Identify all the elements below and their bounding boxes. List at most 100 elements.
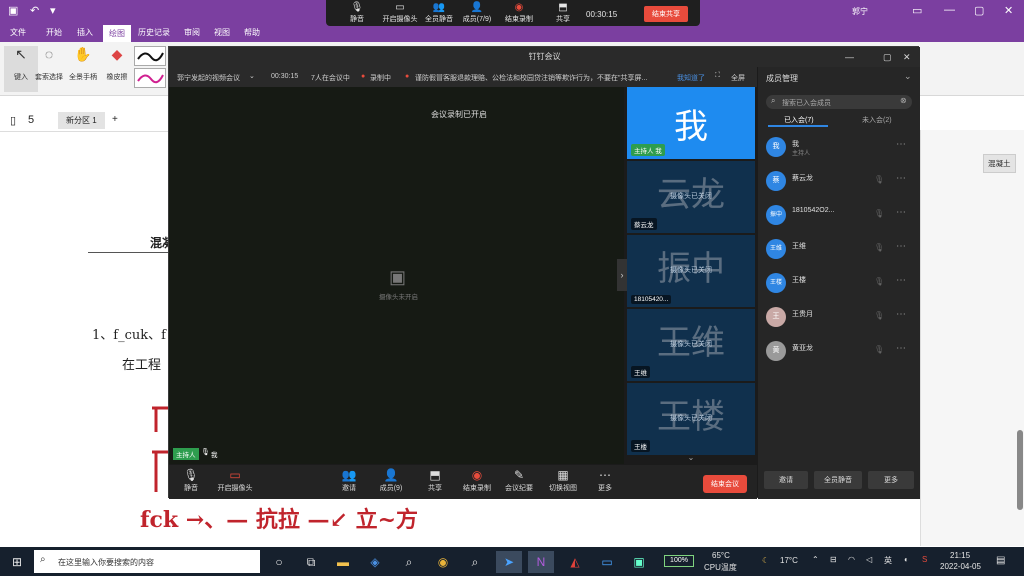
more-icon[interactable]: ⋯ [896, 173, 906, 184]
search-app-icon[interactable]: ⌕ [462, 551, 488, 573]
member-search-input[interactable]: 搜索已入会成员 [782, 98, 831, 108]
add-section-icon[interactable]: + [112, 114, 118, 125]
topbar-record-button[interactable]: ◉ 结束录制 [502, 2, 536, 24]
camera-button[interactable]: ▭ 开启摄像头 [215, 467, 255, 493]
topbar-members-button[interactable]: 👤 成员(7/9) [460, 2, 494, 24]
member-row[interactable]: 王 王贵月 🎙 ⋯ [764, 303, 914, 333]
members-more-button[interactable]: 更多 [868, 471, 914, 489]
share-button[interactable]: ⬒ 共享 [415, 467, 455, 493]
main-video-stage[interactable]: 会议录制已开启 ▣ 摄像头未开启 主持人 🎙 我 [169, 87, 624, 464]
lasso-tool[interactable]: ◌ 套索选择 [32, 46, 66, 82]
chevron-down-icon[interactable]: ⌄ [904, 71, 912, 82]
tray-chevron-icon[interactable]: ⌃ [812, 555, 819, 564]
minimize-icon[interactable]: — [845, 47, 854, 67]
topbar-mute-all-button[interactable]: 👥 全员静音 [422, 2, 456, 24]
invite-button[interactable]: 👥 邀请 [329, 467, 369, 493]
windows-start-icon[interactable]: ⊞ [4, 551, 30, 573]
scrollbar[interactable] [1017, 430, 1023, 510]
page-list-item[interactable]: 混凝土 [983, 154, 1016, 173]
tab-draw[interactable]: 绘图 [103, 25, 131, 42]
member-row[interactable]: 黄 黄亚龙 🎙 ⋯ [764, 337, 914, 367]
topbar-mute-button[interactable]: 🎙 静音 [340, 2, 374, 24]
wifi-icon[interactable]: ◠ [848, 555, 855, 564]
notice-dismiss-link[interactable]: 我知道了 [677, 73, 705, 83]
mute-all-button[interactable]: 全员静音 [814, 471, 862, 489]
file-explorer-icon[interactable]: ▬ [330, 551, 356, 573]
member-row[interactable]: 王楼 王楼 🎙 ⋯ [764, 269, 914, 299]
app-tray-icon[interactable]: ◐ [904, 555, 909, 564]
more-icon[interactable]: ⋯ [896, 275, 906, 286]
close-icon[interactable]: ✕ [903, 47, 911, 67]
undo-icon[interactable]: ↶ [30, 4, 39, 17]
member-row[interactable]: 振中 1810542O2... 🎙 ⋯ [764, 201, 914, 231]
photos-icon[interactable]: ▣ [626, 551, 652, 573]
task-view-icon[interactable]: ⧉ [298, 551, 324, 573]
tab-not-joined[interactable]: 未入会(2) [862, 115, 892, 125]
search-app-icon[interactable]: ⌕ [396, 551, 422, 573]
fullscreen-label[interactable]: 全屏 [731, 73, 745, 83]
tab-view[interactable]: 视图 [214, 27, 230, 38]
video-tile[interactable]: 王维 摄像头已关闭 王维 [627, 309, 755, 381]
close-icon[interactable]: ✕ [1004, 4, 1013, 17]
notebook-icon[interactable]: ▯ [10, 114, 16, 127]
pen-magenta[interactable] [134, 68, 166, 88]
section-tab[interactable]: 新分区 1 [58, 112, 105, 129]
maximize-icon[interactable]: ▢ [974, 4, 984, 17]
taskbar-search[interactable]: ⌕ 在这里输入你要搜索的内容 [34, 550, 260, 573]
meeting-icon[interactable]: ▭ [594, 551, 620, 573]
minutes-button[interactable]: ✎ 会议纪要 [499, 467, 539, 493]
onenote-icon[interactable]: N [528, 551, 554, 573]
pan-tool[interactable]: ✋ 全景手柄 [66, 46, 100, 82]
chevron-down-icon[interactable]: ▾ [50, 4, 56, 17]
taskbar-search-input[interactable]: 在这里输入你要搜索的内容 [58, 557, 154, 568]
member-row[interactable]: 蔡 蔡云龙 🎙 ⋯ [764, 167, 914, 197]
more-icon[interactable]: ⋯ [896, 343, 906, 354]
pen-black[interactable] [134, 46, 166, 66]
switch-view-button[interactable]: ▦ 切换视图 [543, 467, 583, 493]
video-tile[interactable]: 振中 摄像头已关闭 18105420... [627, 235, 755, 307]
end-meeting-button[interactable]: 结束会议 [703, 475, 747, 493]
invite-member-button[interactable]: 邀请 [764, 471, 808, 489]
gallery-scroll-down-icon[interactable]: ⌄ [627, 453, 755, 463]
members-button[interactable]: 👤 成员(9) [371, 467, 411, 493]
record-button[interactable]: ◉ 结束录制 [457, 467, 497, 493]
member-row[interactable]: 我 我 主持人 ⋯ [764, 133, 914, 163]
video-tile[interactable]: 王楼 摄像头已关闭 王楼 [627, 383, 755, 455]
mute-button[interactable]: 🎙 静音 [171, 467, 211, 493]
more-button[interactable]: ⋯ 更多 [585, 467, 625, 493]
member-row[interactable]: 王维 王维 🎙 ⋯ [764, 235, 914, 265]
tab-insert[interactable]: 插入 [77, 27, 93, 38]
topbar-share-button[interactable]: ⬒ 共享 [546, 2, 580, 24]
more-icon[interactable]: ⋯ [896, 139, 906, 150]
pdf-icon[interactable]: ◭ [562, 551, 588, 573]
page-number[interactable]: 5 [28, 114, 34, 126]
ime-language[interactable]: 英 [884, 555, 892, 566]
ribbon-display-icon[interactable]: ▭ [912, 4, 922, 17]
network-icon[interactable]: ⊟ [830, 555, 837, 564]
tab-history[interactable]: 历史记录 [138, 27, 170, 38]
end-share-button[interactable]: 结束共享 [644, 6, 688, 22]
eraser-tool[interactable]: ◆ 橡皮擦 [100, 46, 134, 82]
video-tile-me[interactable]: 我 主持人 我 [627, 87, 755, 159]
tab-joined[interactable]: 已入会(7) [784, 115, 814, 125]
video-tile[interactable]: 云龙 摄像头已关闭 蔡云龙 [627, 161, 755, 233]
tab-review[interactable]: 审阅 [184, 27, 200, 38]
fullscreen-icon[interactable]: ⛶ [715, 72, 720, 80]
topbar-camera-button[interactable]: ▭ 开启摄像头 [380, 2, 420, 24]
tab-file[interactable]: 文件 [10, 27, 26, 38]
more-icon[interactable]: ⋯ [896, 309, 906, 320]
chrome-icon[interactable]: ◉ [430, 551, 456, 573]
tab-home[interactable]: 开始 [46, 27, 62, 38]
member-search-box[interactable]: ⌕ 搜索已入会成员 ⊗ [766, 95, 912, 109]
meeting-name[interactable]: 郭宁发起的视频会议 [177, 73, 240, 83]
dingtalk-icon[interactable]: ➤ [496, 551, 522, 573]
cortana-icon[interactable]: ○ [266, 551, 292, 573]
collapse-gallery-icon[interactable]: › [617, 259, 627, 291]
maximize-icon[interactable]: ▢ [883, 47, 892, 67]
tab-help[interactable]: 帮助 [244, 27, 260, 38]
more-icon[interactable]: ⋯ [896, 207, 906, 218]
minimize-icon[interactable]: — [944, 4, 955, 16]
more-icon[interactable]: ⋯ [896, 241, 906, 252]
chevron-down-icon[interactable]: ⌄ [249, 72, 255, 80]
app-icon[interactable]: ◈ [362, 551, 388, 573]
